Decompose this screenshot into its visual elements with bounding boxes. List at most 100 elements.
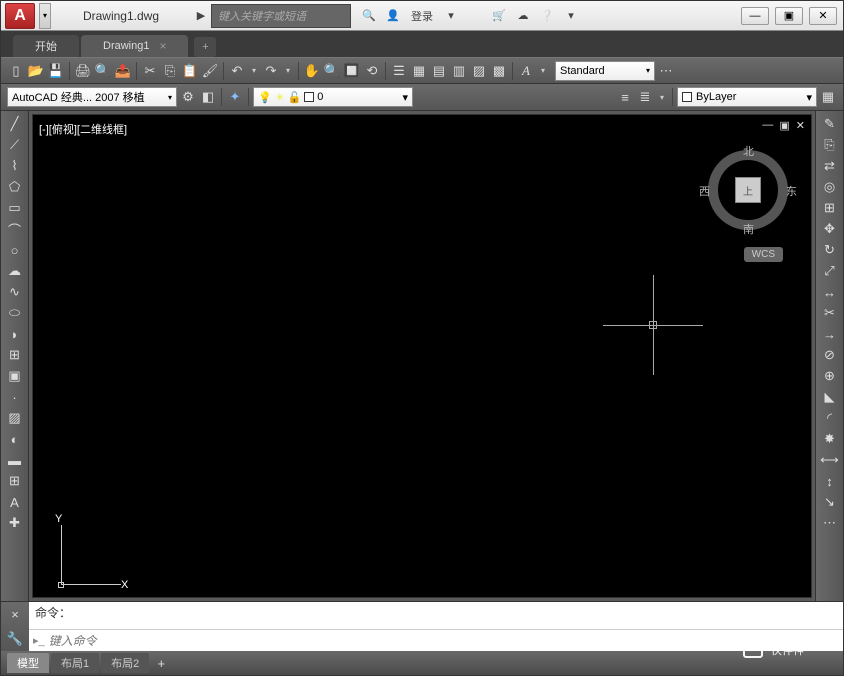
layer-iso-icon[interactable]: ≣	[636, 88, 654, 106]
tab-close-icon[interactable]: ×	[159, 39, 166, 53]
viewport-maximize-icon[interactable]: ▣	[779, 119, 789, 132]
array-icon[interactable]: ⊞	[820, 199, 840, 217]
drawing-canvas[interactable]: [-][俯视][二维线框] — ▣ ✕ 上 北 南 东 西 WCS Y X	[32, 114, 812, 598]
search-icon[interactable]: 🔍	[359, 6, 379, 26]
layer-unsaved-icon[interactable]: ≡	[616, 88, 634, 106]
trim-icon[interactable]: ✂	[820, 304, 840, 322]
leader-icon[interactable]: ↘	[820, 493, 840, 511]
stretch-icon[interactable]: ↔	[820, 283, 840, 301]
title-arrow-icon[interactable]: ▶	[191, 6, 211, 26]
mirror-icon[interactable]: ⇄	[820, 157, 840, 175]
undo-icon[interactable]: ↶	[228, 62, 246, 80]
viewport-minimize-icon[interactable]: —	[762, 119, 773, 132]
region-icon[interactable]: ▬	[5, 451, 25, 469]
cut-icon[interactable]: ✂	[141, 62, 159, 80]
erase-icon[interactable]: ✎	[820, 115, 840, 133]
redo-icon[interactable]: ↷	[262, 62, 280, 80]
markup-icon[interactable]: ▨	[470, 62, 488, 80]
open-icon[interactable]: 📂	[27, 62, 45, 80]
offset-icon[interactable]: ◎	[820, 178, 840, 196]
match-icon[interactable]: 🖌	[201, 62, 219, 80]
save-icon[interactable]: 💾	[47, 62, 65, 80]
text-a-icon[interactable]: A	[517, 62, 535, 80]
point-icon[interactable]: ·	[5, 388, 25, 406]
style-more-icon[interactable]: ⋯	[657, 62, 675, 80]
viewcube[interactable]: 上 北 南 东 西	[703, 145, 793, 235]
minimize-button[interactable]: —	[741, 7, 769, 25]
ws-toggle-icon[interactable]: ◧	[199, 88, 217, 106]
help-icon[interactable]: ❔	[537, 6, 557, 26]
layout-tab-model[interactable]: 模型	[7, 653, 49, 673]
ellipse-icon[interactable]: ⬭	[5, 304, 25, 322]
layout-tab-2[interactable]: 布局2	[101, 653, 149, 673]
a360-icon[interactable]: ☁	[513, 6, 533, 26]
polygon-icon[interactable]: ⬠	[5, 178, 25, 196]
viewport-label[interactable]: [-][俯视][二维线框]	[39, 121, 127, 137]
viewport-close-icon[interactable]: ✕	[796, 119, 805, 132]
break-icon[interactable]: ⊘	[820, 346, 840, 364]
publish-icon[interactable]: 📤	[114, 62, 132, 80]
addsel-icon[interactable]: ✚	[5, 514, 25, 532]
app-menu-button[interactable]: A	[5, 3, 35, 29]
print-icon[interactable]: 🖨	[74, 62, 92, 80]
line-icon[interactable]: ╱	[5, 115, 25, 133]
command-input[interactable]	[49, 634, 839, 648]
color-dropdown[interactable]: ByLayer▾	[677, 87, 817, 107]
layer-dropdown[interactable]: 💡 ☀ 🔓 0 ▾	[253, 87, 413, 107]
copy2-icon[interactable]: ⎘	[820, 136, 840, 154]
exchange-icon[interactable]: 🛒	[489, 6, 509, 26]
rotate-icon[interactable]: ↻	[820, 241, 840, 259]
join-icon[interactable]: ⊕	[820, 367, 840, 385]
block-icon[interactable]: ▣	[5, 367, 25, 385]
scale-icon[interactable]: ⤢	[820, 262, 840, 280]
explode-icon[interactable]: ✸	[820, 430, 840, 448]
workspace-dropdown[interactable]: AutoCAD 经典... 2007 移植▾	[7, 87, 177, 107]
paste-icon[interactable]: 📋	[181, 62, 199, 80]
chamfer-icon[interactable]: ◣	[820, 388, 840, 406]
ellipsearc-icon[interactable]: ◗	[5, 325, 25, 343]
copy-icon[interactable]: ⎘	[161, 62, 179, 80]
calc-icon[interactable]: ▩	[490, 62, 508, 80]
compass-south[interactable]: 南	[743, 221, 754, 237]
login-drop[interactable]: ▾	[441, 6, 461, 26]
help-drop[interactable]: ▾	[561, 6, 581, 26]
arc-icon[interactable]: ⌒	[5, 220, 25, 238]
circle-icon[interactable]: ○	[5, 241, 25, 259]
extend-icon[interactable]: →	[820, 325, 840, 343]
layer-props-icon[interactable]: ✦	[226, 88, 244, 106]
gradient-icon[interactable]: ◐	[5, 430, 25, 448]
spline-icon[interactable]: ∿	[5, 283, 25, 301]
search-box[interactable]: 键入关键字或短语	[211, 4, 351, 28]
color-pick-icon[interactable]: ▦	[819, 88, 837, 106]
add-tab-button[interactable]: +	[194, 37, 216, 57]
cmd-close-icon[interactable]: ×	[5, 605, 25, 623]
account-icon[interactable]: 👤	[383, 6, 403, 26]
layout-tab-1[interactable]: 布局1	[51, 653, 99, 673]
zoomwin-icon[interactable]: 🔲	[343, 62, 361, 80]
close-button[interactable]: ✕	[809, 7, 837, 25]
pan-icon[interactable]: ✋	[303, 62, 321, 80]
mtext-icon[interactable]: A	[5, 493, 25, 511]
file-tab-drawing1[interactable]: Drawing1×	[81, 35, 188, 57]
maximize-button[interactable]: ▣	[775, 7, 803, 25]
tool-icon[interactable]: ▤	[430, 62, 448, 80]
xline-icon[interactable]: ⟋	[5, 136, 25, 154]
new-icon[interactable]: ▯	[7, 62, 25, 80]
text-style-dropdown[interactable]: Standard▾	[555, 61, 655, 81]
dim2-icon[interactable]: ↕	[820, 472, 840, 490]
file-tab-start[interactable]: 开始	[13, 35, 79, 57]
rectangle-icon[interactable]: ▭	[5, 199, 25, 217]
move-icon[interactable]: ✥	[820, 220, 840, 238]
login-button[interactable]: 登录	[407, 8, 437, 24]
dim-icon[interactable]: ⟷	[820, 451, 840, 469]
table-icon[interactable]: ⊞	[5, 472, 25, 490]
wcs-badge[interactable]: WCS	[744, 247, 783, 262]
compass-east[interactable]: 东	[786, 183, 797, 199]
design-icon[interactable]: ▦	[410, 62, 428, 80]
zoomprev-icon[interactable]: ⟲	[363, 62, 381, 80]
compass-west[interactable]: 西	[699, 183, 710, 199]
cmd-config-icon[interactable]: 🔧	[5, 630, 25, 648]
properties-icon[interactable]: ☰	[390, 62, 408, 80]
ws-gear-icon[interactable]: ⚙	[179, 88, 197, 106]
viewcube-top[interactable]: 上	[735, 177, 761, 203]
